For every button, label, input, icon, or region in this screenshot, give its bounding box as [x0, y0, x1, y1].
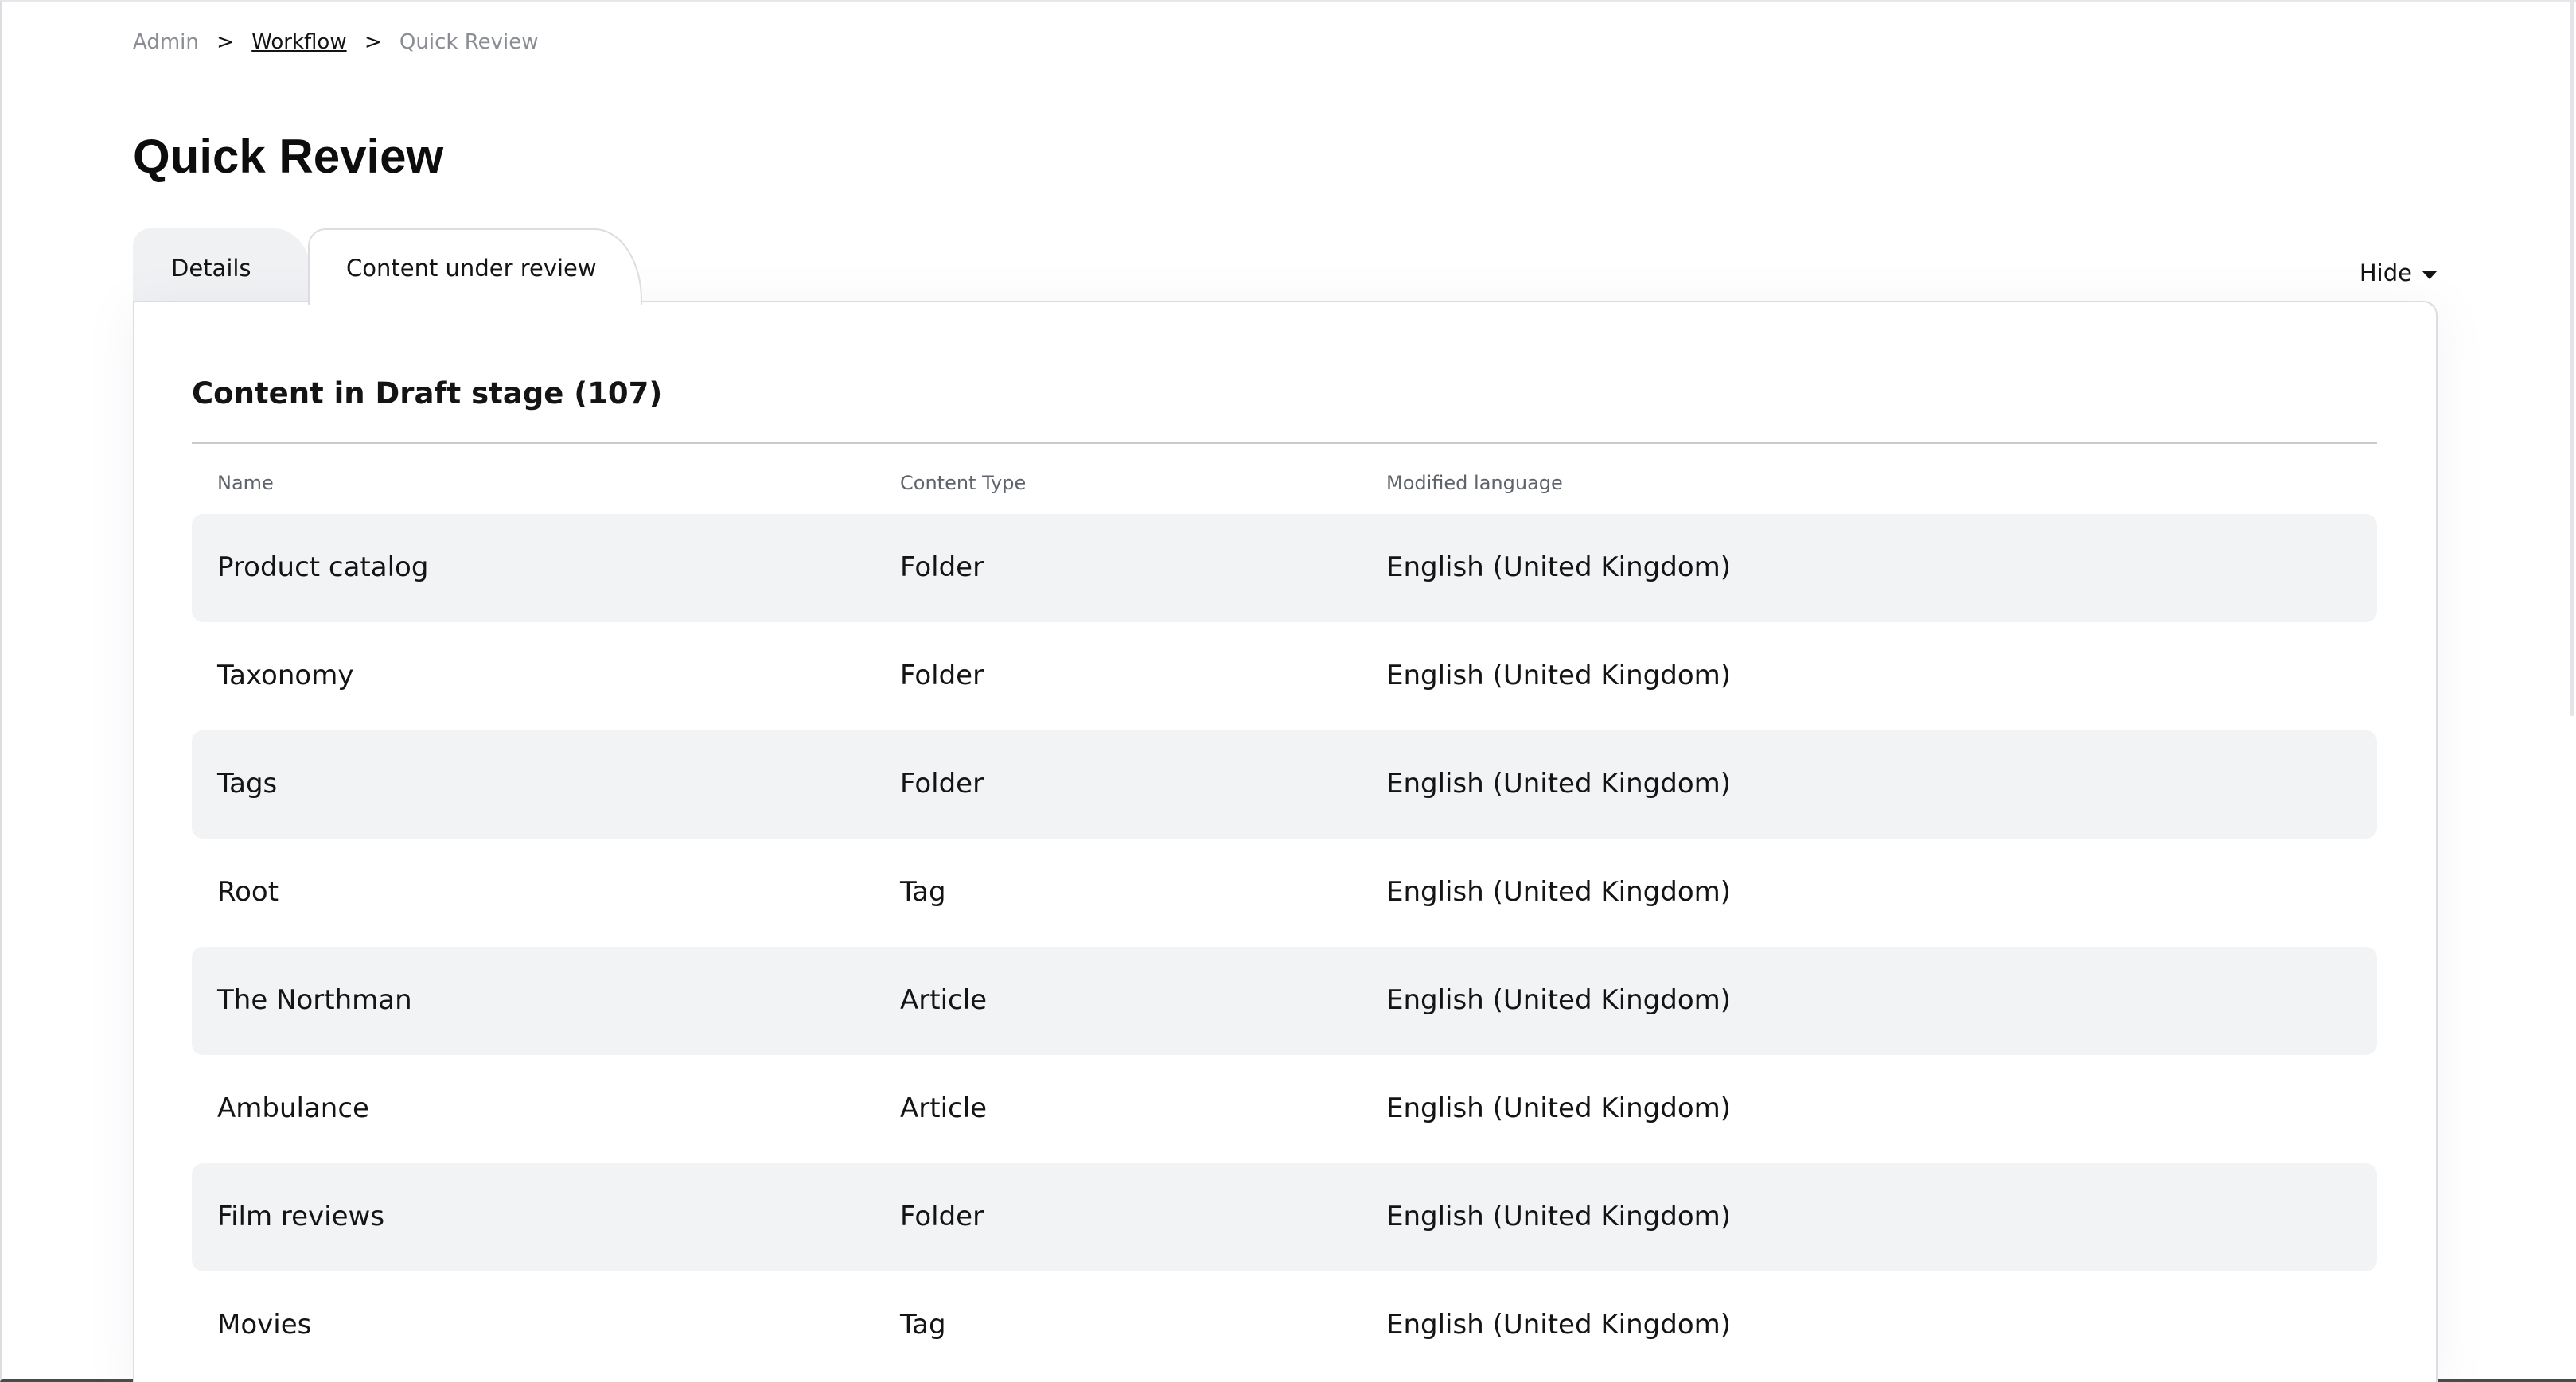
table-header: Name Content Type Modified language [192, 444, 2377, 514]
scrollbar-thumb[interactable] [2570, 0, 2574, 716]
cell-name[interactable]: Root [217, 875, 279, 909]
cell-name[interactable]: The Northman [217, 983, 412, 1017]
tab-bar: Details Content under review Hide [133, 227, 2438, 305]
breadcrumb-current: Quick Review [399, 30, 539, 54]
hide-toggle-button[interactable]: Hide [2360, 259, 2438, 287]
cell-content-type: Tag [900, 876, 946, 908]
cell-modified-language: English (United Kingdom) [1386, 1201, 1732, 1232]
tab-details-label: Details [171, 255, 251, 282]
table-row[interactable]: Movies Tag English (United Kingdom) [192, 1271, 2377, 1380]
cell-content-type: Folder [900, 551, 984, 583]
content-table: Name Content Type Modified language Prod… [192, 444, 2377, 1380]
cell-modified-language: English (United Kingdom) [1386, 660, 1732, 691]
tab-details[interactable]: Details [133, 228, 312, 302]
cell-name[interactable]: Ambulance [217, 1092, 369, 1125]
cell-modified-language: English (United Kingdom) [1386, 876, 1732, 908]
cell-content-type: Tag [900, 1309, 946, 1341]
breadcrumb-workflow-link[interactable]: Workflow [251, 30, 346, 54]
breadcrumb-separator: > [364, 30, 382, 54]
cell-name[interactable]: Film reviews [217, 1200, 384, 1233]
cell-content-type: Folder [900, 768, 984, 800]
breadcrumb: Admin > Workflow > Quick Review [133, 29, 538, 56]
tab-content-under-review-label: Content under review [346, 255, 597, 282]
table-row[interactable]: Tags Folder English (United Kingdom) [192, 730, 2377, 839]
page-title: Quick Review [133, 130, 444, 183]
column-header-name[interactable]: Name [217, 471, 274, 495]
cell-name[interactable]: Taxonomy [217, 659, 353, 692]
cell-modified-language: English (United Kingdom) [1386, 768, 1732, 800]
hide-toggle-label: Hide [2359, 259, 2412, 286]
cell-modified-language: English (United Kingdom) [1386, 551, 1732, 583]
table-row[interactable]: Ambulance Article English (United Kingdo… [192, 1055, 2377, 1163]
table-row[interactable]: Product catalog Folder English (United K… [192, 514, 2377, 622]
content-review-panel: Content in Draft stage (107) Name Conten… [133, 301, 2438, 1382]
table-row[interactable]: Taxonomy Folder English (United Kingdom) [192, 622, 2377, 730]
tab-content-under-review[interactable]: Content under review [308, 228, 642, 305]
column-header-modified-language[interactable]: Modified language [1386, 471, 1563, 495]
cell-modified-language: English (United Kingdom) [1386, 1092, 1732, 1124]
cell-modified-language: English (United Kingdom) [1386, 984, 1732, 1016]
table-row[interactable]: Root Tag English (United Kingdom) [192, 839, 2377, 947]
table-row[interactable]: The Northman Article English (United Kin… [192, 947, 2377, 1055]
breadcrumb-admin[interactable]: Admin [133, 30, 199, 54]
cell-modified-language: English (United Kingdom) [1386, 1309, 1732, 1341]
section-title: Content in Draft stage (107) [192, 376, 663, 411]
cell-name[interactable]: Tags [217, 767, 277, 800]
table-row[interactable]: Film reviews Folder English (United King… [192, 1163, 2377, 1271]
cell-content-type: Article [900, 984, 988, 1016]
breadcrumb-separator: > [216, 30, 234, 54]
cell-name[interactable]: Product catalog [217, 551, 428, 584]
cell-content-type: Folder [900, 660, 984, 691]
column-header-content-type[interactable]: Content Type [900, 471, 1026, 495]
page-scrollbar[interactable] [2568, 0, 2576, 716]
cell-content-type: Folder [900, 1201, 984, 1232]
cell-name[interactable]: Movies [217, 1308, 311, 1341]
caret-down-icon [2422, 270, 2438, 279]
cell-content-type: Article [900, 1092, 988, 1124]
